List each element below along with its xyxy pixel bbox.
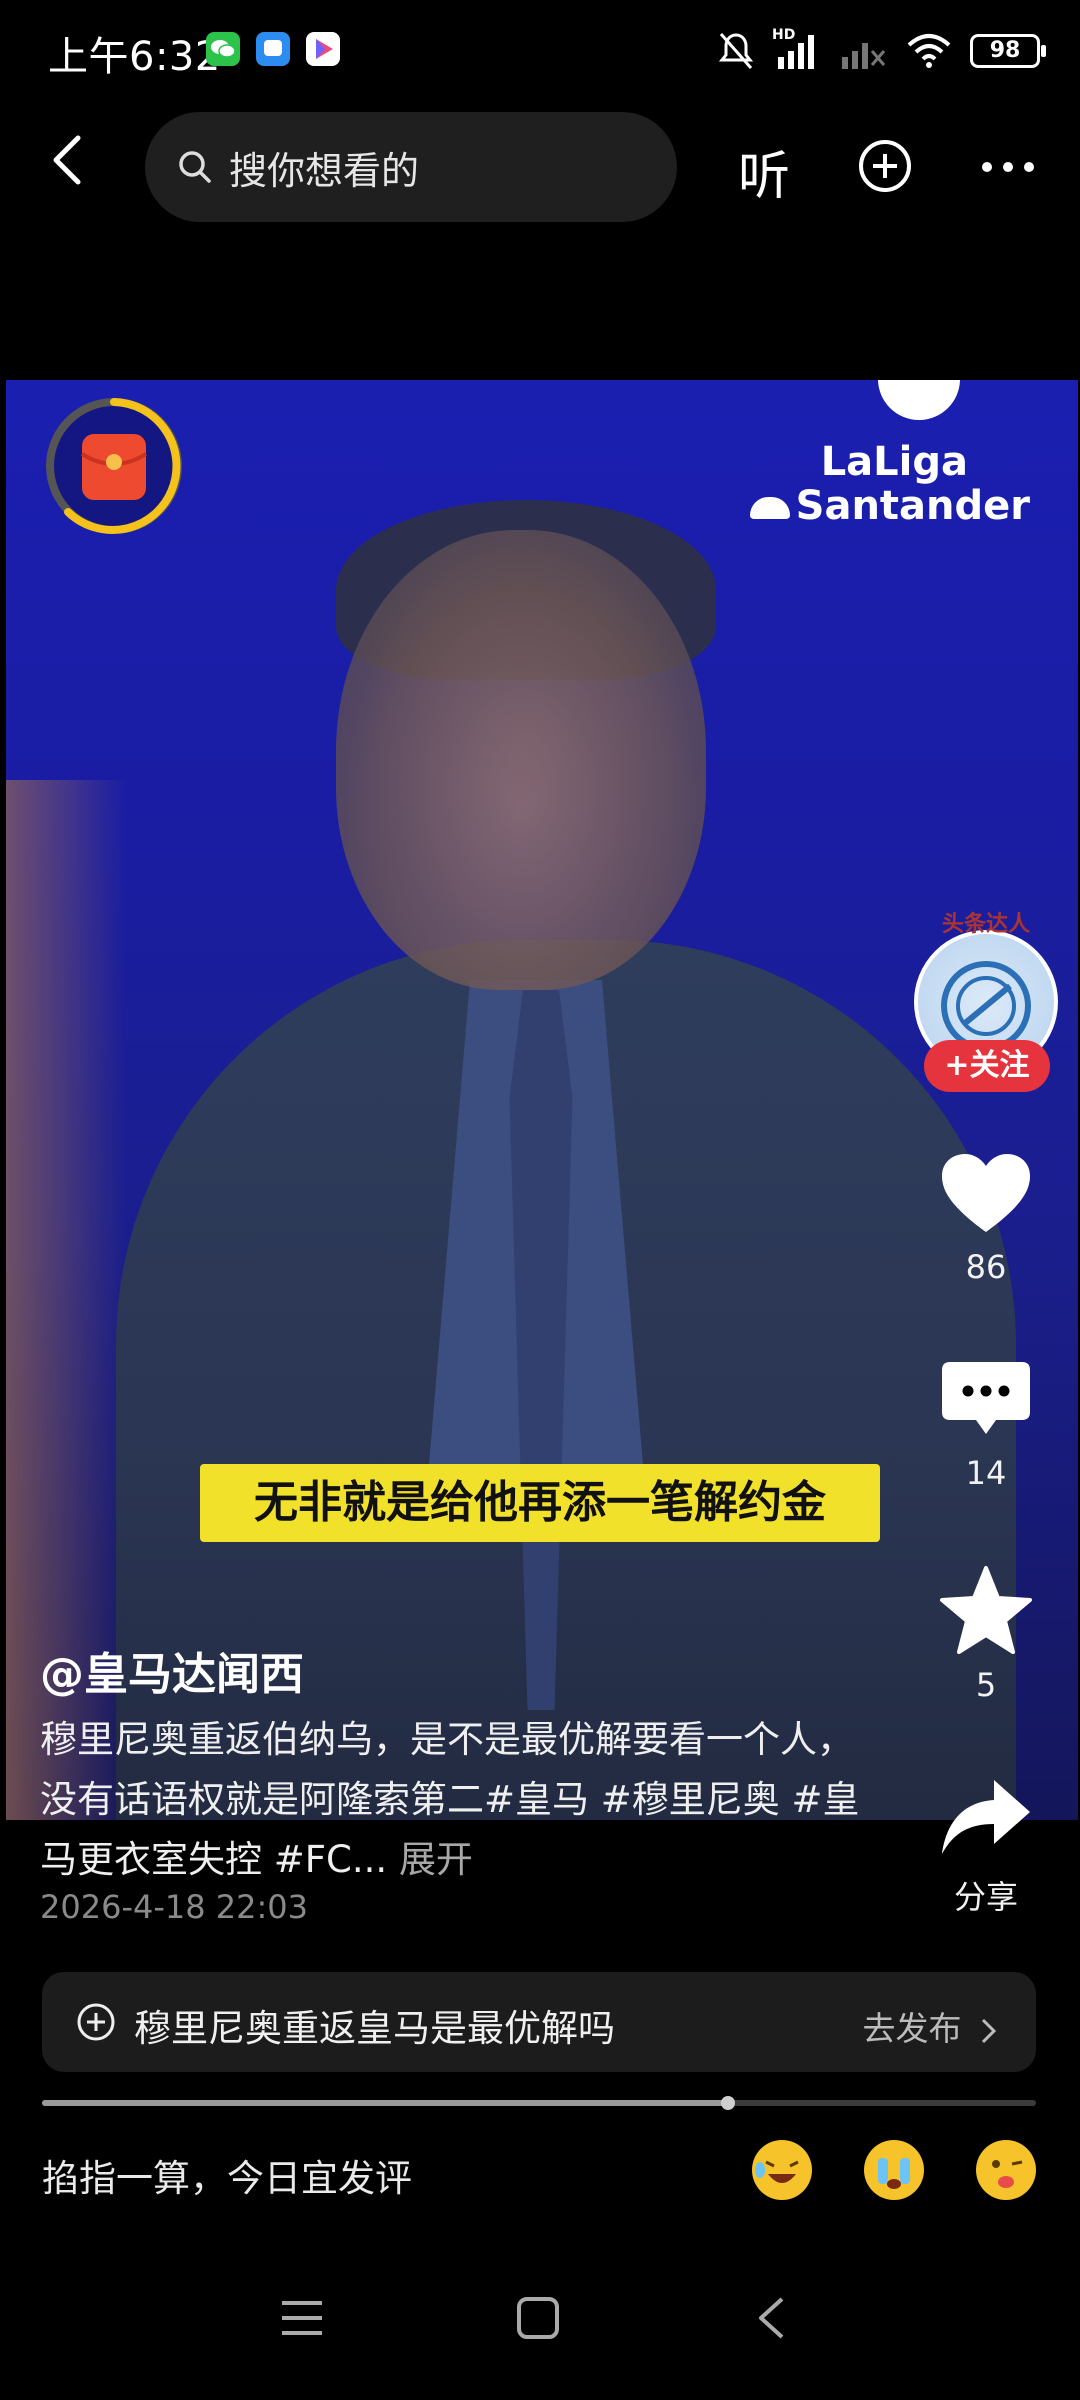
follow-button[interactable]: +关注 bbox=[924, 1040, 1050, 1092]
back-arrow-icon[interactable] bbox=[40, 130, 100, 190]
listen-button[interactable]: 听 bbox=[738, 134, 790, 209]
comment-input-prompt[interactable]: 掐指一算，今日宜发评 bbox=[42, 2148, 412, 2202]
creator-badge: 头条达人 bbox=[941, 912, 1030, 937]
comment-count: 14 bbox=[965, 1454, 1007, 1492]
like-count: 86 bbox=[965, 1248, 1007, 1286]
post-date: 2026-4-18 22:03 bbox=[40, 1888, 308, 1926]
status-bar: 上午6:32 HD 98 bbox=[0, 0, 1080, 100]
share-button[interactable]: 分享 bbox=[936, 1776, 1036, 1918]
expand-link[interactable]: 展开 bbox=[399, 1838, 473, 1881]
bell-muted-icon bbox=[718, 33, 754, 69]
search-placeholder: 搜你想看的 bbox=[229, 148, 420, 193]
search-box[interactable]: 搜你想看的 bbox=[145, 112, 677, 222]
star-icon bbox=[940, 1566, 1032, 1654]
video-progress-bar[interactable] bbox=[42, 2096, 1036, 2110]
like-button[interactable]: 86 bbox=[936, 1152, 1036, 1286]
share-arrow-icon bbox=[942, 1780, 1030, 1854]
favorite-button[interactable]: 5 bbox=[936, 1566, 1036, 1704]
add-circle-icon bbox=[77, 2003, 115, 2041]
winking-tongue-emoji[interactable] bbox=[976, 2140, 1036, 2200]
video-player[interactable]: LaLiga Santander bbox=[6, 380, 1078, 1820]
comment-button[interactable]: 14 bbox=[936, 1358, 1036, 1492]
red-packet-button[interactable] bbox=[40, 392, 188, 540]
comment-icon bbox=[942, 1362, 1030, 1434]
menu-icon[interactable] bbox=[280, 2298, 324, 2338]
system-nav-bar bbox=[0, 2260, 1080, 2400]
progress-handle[interactable] bbox=[720, 2096, 735, 2110]
topic-bar[interactable]: 穆里尼奥重返皇马是最优解吗 去发布 bbox=[42, 1972, 1036, 2072]
wechat-icon bbox=[206, 32, 240, 66]
play-store-icon bbox=[306, 32, 340, 66]
topic-title: 穆里尼奥重返皇马是最优解吗 bbox=[134, 2007, 615, 2050]
messages-icon bbox=[256, 32, 290, 66]
back-icon[interactable] bbox=[756, 2296, 786, 2340]
search-icon bbox=[179, 151, 211, 183]
status-indicators: HD 98 bbox=[718, 26, 1046, 76]
video-person-head bbox=[336, 530, 706, 990]
favorite-count: 5 bbox=[975, 1666, 997, 1704]
more-icon[interactable] bbox=[980, 160, 1036, 174]
heart-icon bbox=[942, 1154, 1030, 1232]
publish-link[interactable]: 去发布 bbox=[863, 2002, 1001, 2050]
video-subtitle: 无非就是给他再添一笔解约金 bbox=[200, 1464, 880, 1542]
signal-weak-icon bbox=[842, 43, 886, 69]
add-circle-icon[interactable] bbox=[857, 138, 913, 194]
status-time: 上午6:32 bbox=[48, 34, 221, 80]
post-description: 穆里尼奥重返伯纳乌，是不是最优解要看一个人，没有话语权就是阿隆索第二#皇马 #穆… bbox=[40, 1718, 860, 1881]
author-name[interactable]: @皇马达闻西 bbox=[40, 1638, 304, 1702]
laliga-logo: LaLiga Santander bbox=[749, 380, 1030, 528]
share-label: 分享 bbox=[953, 1878, 1018, 1916]
laughing-tears-emoji[interactable] bbox=[752, 2140, 812, 2200]
wifi-icon bbox=[907, 34, 951, 68]
chevron-right-icon bbox=[981, 2018, 997, 2043]
home-icon[interactable] bbox=[516, 2296, 560, 2340]
crying-emoji[interactable] bbox=[864, 2140, 924, 2200]
signal-icon: HD bbox=[772, 27, 820, 71]
battery-indicator: 98 bbox=[970, 34, 1046, 68]
